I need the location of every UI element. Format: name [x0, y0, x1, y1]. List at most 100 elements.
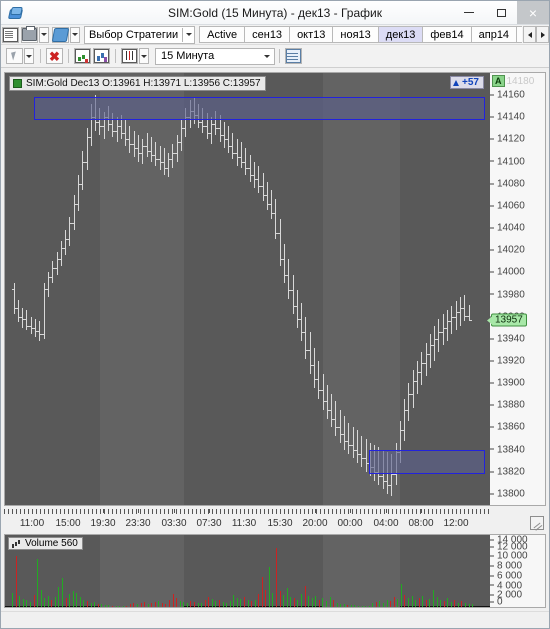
tab-jun14[interactable]: июн14: [517, 26, 522, 43]
volume-bar: [19, 595, 20, 607]
price-bar: [293, 274, 294, 315]
price-bar-open-tick: [406, 409, 408, 411]
volume-bar: [326, 601, 327, 607]
volume-bar: [23, 599, 24, 607]
volume-bar: [248, 599, 249, 607]
price-bar-open-tick: [303, 332, 305, 334]
price-bar-open-tick: [432, 345, 434, 347]
time-tick-mark: [456, 509, 457, 513]
chevron-down-icon[interactable]: [182, 27, 194, 42]
price-bar-open-tick: [256, 179, 258, 181]
price-bar: [284, 243, 285, 284]
volume-bar: [347, 604, 348, 607]
volume-bar: [437, 596, 438, 607]
price-bar: [258, 166, 259, 193]
volume-bar: [44, 598, 45, 607]
tab-active[interactable]: Active: [199, 26, 246, 43]
volume-pane: Volume 560 14 000 12 000 10 000 8 000 6 000 4…: [4, 534, 546, 608]
tab-scroll-right-icon[interactable]: [536, 26, 549, 43]
volume-bar: [180, 601, 181, 607]
price-bar-open-tick: [394, 473, 396, 475]
chevron-down-icon[interactable]: [260, 49, 274, 64]
volume-bar: [458, 602, 459, 607]
bar-style-dropdown-icon[interactable]: [139, 48, 149, 64]
volume-bar: [472, 604, 473, 607]
price-bar: [78, 174, 79, 212]
volume-bar: [394, 596, 395, 607]
report-icon[interactable]: [2, 26, 19, 43]
price-bar-open-tick: [428, 354, 430, 356]
chart-green-icon[interactable]: [74, 48, 91, 64]
price-bar-open-tick: [179, 141, 181, 143]
price-axis-tick: 14060: [490, 200, 525, 211]
tab-oct13[interactable]: окт13: [290, 26, 334, 43]
price-bar: [447, 310, 448, 342]
chart-blue-icon[interactable]: [93, 48, 110, 64]
price-bar: [39, 321, 40, 342]
resize-grip-icon[interactable]: [530, 516, 544, 530]
price-y-axis[interactable]: A 14180 14160 14140 14120 14100 14080 14060 14…: [487, 73, 545, 505]
volume-bar: [48, 596, 49, 607]
price-bar-open-tick: [467, 315, 469, 317]
volume-bar: [301, 594, 302, 607]
price-bar: [267, 181, 268, 211]
volume-bar: [465, 603, 466, 607]
auto-scale-icon[interactable]: A: [492, 75, 505, 87]
volume-bar: [173, 594, 174, 607]
cursor-tool-icon[interactable]: [6, 48, 23, 64]
price-bar-open-tick: [29, 325, 31, 327]
document-dropdown-icon[interactable]: [70, 26, 80, 43]
volume-bar: [205, 600, 206, 607]
tab-feb14[interactable]: фев14: [423, 26, 472, 43]
volume-bar: [87, 601, 88, 607]
volume-bar: [183, 602, 184, 607]
volume-bar: [219, 599, 220, 607]
interval-selector[interactable]: 15 Минута: [155, 47, 275, 65]
upper-order-zone[interactable]: [34, 97, 486, 120]
volume-y-axis[interactable]: 14 000 12 000 10 000 8 000 6 000 4 000 2 000 0: [490, 535, 545, 608]
delete-icon[interactable]: ✖: [46, 48, 63, 64]
time-tick-label: 00:00: [337, 518, 363, 529]
data-grid-icon[interactable]: [285, 48, 302, 64]
tab-sep13[interactable]: сен13: [245, 26, 291, 43]
print-icon[interactable]: [21, 26, 38, 43]
volume-bar: [294, 597, 295, 607]
price-bar-open-tick: [385, 480, 387, 482]
bar-style-icon[interactable]: [121, 48, 138, 64]
price-bar-open-tick: [299, 318, 301, 320]
maximize-button[interactable]: [485, 1, 517, 24]
price-bar: [297, 290, 298, 328]
tab-dec13[interactable]: дек13: [378, 26, 424, 43]
close-button[interactable]: ×: [517, 1, 549, 24]
price-bar-open-tick: [127, 139, 129, 141]
volume-bar: [162, 602, 163, 607]
price-bar: [335, 400, 336, 437]
price-plot[interactable]: SIM:Gold Dec13 O:13961 H:13971 L:13956 C…: [5, 73, 490, 505]
volume-bar: [208, 596, 209, 607]
time-axis-ticks[interactable]: 11:00 15:00 19:30 23:30 03:30 07:30 11:30 15:30…: [4, 509, 491, 531]
price-bar: [69, 217, 70, 246]
strategy-selector[interactable]: Выбор Стратегии: [84, 25, 196, 44]
print-dropdown-icon[interactable]: [39, 26, 49, 43]
volume-plot[interactable]: Volume 560: [5, 535, 490, 607]
cursor-dropdown-icon[interactable]: [24, 48, 34, 64]
tab-apr14[interactable]: апр14: [471, 26, 518, 43]
minimize-button[interactable]: [453, 1, 485, 24]
price-bar: [456, 301, 457, 330]
volume-bar: [372, 602, 373, 607]
price-axis-tick: 13920: [490, 356, 525, 367]
blue-document-icon[interactable]: [51, 26, 70, 43]
time-axis-corner: [491, 509, 546, 531]
volume-bar: [215, 601, 216, 607]
price-bar-open-tick: [252, 174, 254, 176]
tab-scroll-left-icon[interactable]: [523, 26, 536, 43]
volume-bar: [322, 597, 323, 607]
lower-order-zone[interactable]: [368, 449, 486, 474]
volume-bar: [390, 601, 391, 607]
price-bar: [263, 172, 264, 202]
price-axis-tick: 14120: [490, 134, 525, 145]
price-bar-open-tick: [166, 168, 168, 170]
volume-bar: [276, 547, 277, 607]
tab-nov13[interactable]: ноя13: [333, 26, 379, 43]
volume-legend-text: Volume 560: [25, 538, 78, 549]
